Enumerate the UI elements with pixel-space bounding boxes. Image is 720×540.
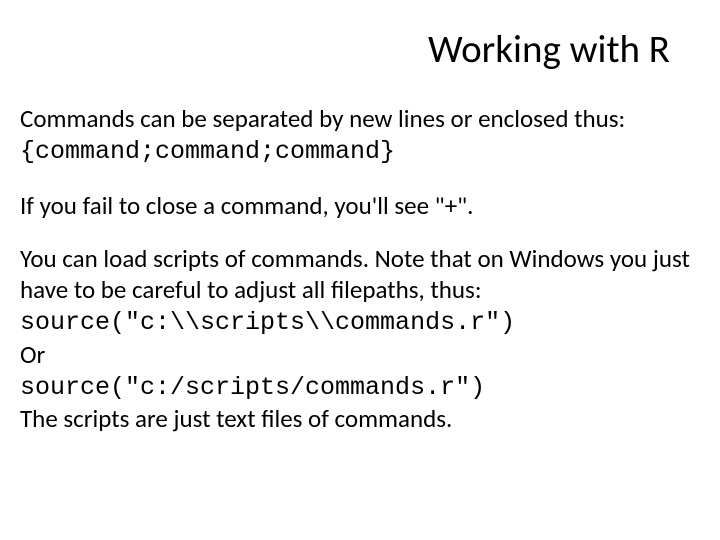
- p1-code: {command;command;command}: [20, 137, 395, 166]
- p3-text-2: The scripts are just text files of comma…: [20, 403, 452, 434]
- slide-body: Commands can be separated by new lines o…: [20, 103, 700, 434]
- paragraph-3: You can load scripts of commands. Note t…: [20, 243, 700, 435]
- p3-code-2: source("c:/scripts/commands.r"): [20, 373, 485, 402]
- p1-text: Commands can be separated by new lines o…: [20, 103, 625, 134]
- paragraph-1: Commands can be separated by new lines o…: [20, 103, 700, 168]
- p2-text: If you fail to close a command, you'll s…: [20, 190, 474, 221]
- p3-code-1: source("c:\\scripts\\commands.r"): [20, 308, 515, 337]
- slide-title: Working with R: [20, 26, 670, 73]
- p3-text-1: You can load scripts of commands. Note t…: [20, 243, 690, 305]
- p3-or: Or: [20, 339, 45, 370]
- paragraph-2: If you fail to close a command, you'll s…: [20, 190, 700, 221]
- slide: Working with R Commands can be separated…: [0, 0, 720, 540]
